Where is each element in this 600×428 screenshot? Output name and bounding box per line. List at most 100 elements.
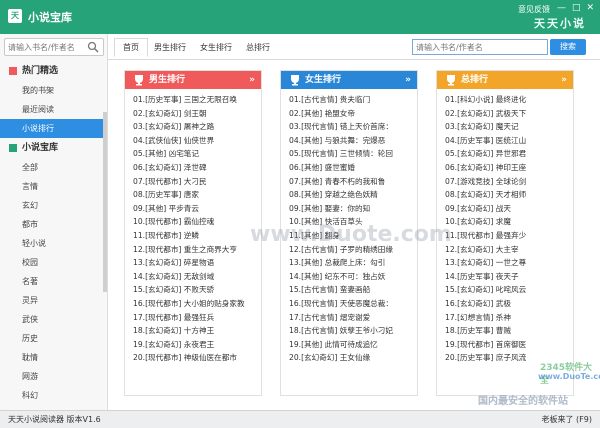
sidebar-group-library[interactable]: 小说宝库 — [0, 138, 104, 158]
list-item[interactable]: 08.[玄幻奇幻] 天才相师 — [445, 188, 573, 202]
list-item[interactable]: 01.[古代言情] 贵夫临门 — [289, 93, 417, 107]
list-item[interactable]: 20.[玄幻奇幻] 王女仙缘 — [289, 351, 417, 365]
sidebar-group-library-label: 小说宝库 — [22, 143, 59, 153]
sidebar-item-urban[interactable]: 都市 — [0, 215, 104, 234]
close-button[interactable]: ✕ — [586, 3, 594, 13]
list-item[interactable]: 09.[玄幻奇幻] 战天 — [445, 202, 573, 216]
list-item[interactable]: 11.[现代都市] 逆鳞 — [133, 229, 261, 243]
list-item[interactable]: 19.[其他] 此情可待成追忆 — [289, 338, 417, 352]
list-item[interactable]: 02.[玄幻奇幻] 武极天下 — [445, 107, 573, 121]
list-item[interactable]: 17.[现代都市] 最强狂兵 — [133, 311, 261, 325]
sidebar-item-all[interactable]: 全部 — [0, 158, 104, 177]
list-item[interactable]: 13.[玄幻奇幻] 一世之尊 — [445, 256, 573, 270]
list-item[interactable]: 20.[历史军事] 庶子风流 — [445, 351, 573, 365]
sidebar-item-history[interactable]: 历史 — [0, 329, 104, 348]
list-item[interactable]: 17.[古代言情] 熠宠谢爱 — [289, 311, 417, 325]
sidebar-item-campus[interactable]: 校园 — [0, 253, 104, 272]
list-item[interactable]: 09.[其他] 平步青云 — [133, 202, 261, 216]
list-item[interactable]: 13.[其他] 总裁爬上床：勾引 — [289, 256, 417, 270]
sidebar-item-supernatural[interactable]: 灵异 — [0, 291, 104, 310]
sidebar-item-classics[interactable]: 名著 — [0, 272, 104, 291]
sidebar-group-hot[interactable]: 热门精选 — [0, 61, 104, 81]
list-item[interactable]: 18.[古代言情] 妖孽王爷小刁妃 — [289, 324, 417, 338]
list-item[interactable]: 02.[其他] 艳盟女帝 — [289, 107, 417, 121]
sidebar-item-scifi[interactable]: 科幻 — [0, 386, 104, 405]
list-item[interactable]: 19.[玄幻奇幻] 永夜君王 — [133, 338, 261, 352]
app-logo: 天 — [8, 9, 22, 23]
list-item[interactable]: 05.[玄幻奇幻] 异世邪君 — [445, 147, 573, 161]
list-item[interactable]: 18.[历史军事] 曹贼 — [445, 324, 573, 338]
sidebar-item-fantasy[interactable]: 玄幻 — [0, 196, 104, 215]
more-link[interactable]: » — [405, 71, 411, 89]
list-item[interactable]: 09.[其他] 娶妻：你的知 — [289, 202, 417, 216]
list-item[interactable]: 08.[历史军事] 唐家 — [133, 188, 261, 202]
maximize-button[interactable]: □ — [572, 3, 581, 13]
list-item[interactable]: 03.[玄幻奇幻] 屠神之路 — [133, 120, 261, 134]
boss-key-button[interactable]: 老板来了 (F9) — [542, 411, 592, 428]
list-item[interactable]: 15.[古代言情] 蛮妻画船 — [289, 283, 417, 297]
list-item[interactable]: 10.[玄幻奇幻] 求魔 — [445, 215, 573, 229]
list-item[interactable]: 14.[其他] 纪东不可：独占妖 — [289, 270, 417, 284]
list-item[interactable]: 07.[现代都市] 大刁民 — [133, 175, 261, 189]
list-item[interactable]: 13.[玄幻奇幻] 碎星物语 — [133, 256, 261, 270]
sidebar-item-wuxia[interactable]: 武侠 — [0, 310, 104, 329]
list-item[interactable]: 10.[其他] 快活百草头 — [289, 215, 417, 229]
list-item[interactable]: 12.[现代都市] 重生之商界大亨 — [133, 243, 261, 257]
list-item[interactable]: 16.[现代言情] 天使恶魔总裁： — [289, 297, 417, 311]
search-button[interactable]: 搜索 — [550, 39, 586, 55]
trophy-icon — [291, 75, 299, 86]
list-item[interactable]: 15.[玄幻奇幻] 叱咤风云 — [445, 283, 573, 297]
sidebar-item-ranking[interactable]: 小说排行 — [0, 119, 104, 138]
list-item[interactable]: 04.[武侠仙侠] 仙侠世界 — [133, 134, 261, 148]
list-item[interactable]: 04.[历史军事] 医统江山 — [445, 134, 573, 148]
list-item[interactable]: 06.[其他] 盛世蜜婚 — [289, 161, 417, 175]
list-item[interactable]: 07.[其他] 青春不朽的我和鲁 — [289, 175, 417, 189]
search-icon[interactable] — [87, 41, 99, 53]
list-item[interactable]: 20.[现代都市] 神级仙医在都市 — [133, 351, 261, 365]
list-item[interactable]: 11.[现代都市] 最强弃少 — [445, 229, 573, 243]
sidebar-item-drama[interactable]: 耽情 — [0, 348, 104, 367]
list-item[interactable]: 14.[历史军事] 夜天子 — [445, 270, 573, 284]
tab-female-ranking[interactable]: 女生排行 — [200, 42, 232, 53]
list-item[interactable]: 18.[玄幻奇幻] 十方神王 — [133, 324, 261, 338]
list-item[interactable]: 16.[玄幻奇幻] 武极 — [445, 297, 573, 311]
list-item[interactable]: 03.[现代言情] 错上天价首席： — [289, 120, 417, 134]
list-item[interactable]: 12.[玄幻奇幻] 大主宰 — [445, 243, 573, 257]
ranking-title-male: 男生排行 — [149, 75, 186, 85]
list-item[interactable]: 07.[游戏竞技] 全球论剑 — [445, 175, 573, 189]
sidebar-item-light-novel[interactable]: 轻小说 — [0, 234, 104, 253]
sidebar-item-recent[interactable]: 最近阅读 — [0, 100, 104, 119]
main-search-input[interactable] — [413, 40, 543, 54]
list-item[interactable]: 04.[其他] 与狼共舞：完爆恶 — [289, 134, 417, 148]
more-link[interactable]: » — [561, 71, 567, 89]
tab-male-ranking[interactable]: 男生排行 — [154, 42, 186, 53]
list-item[interactable]: 05.[其他] 凶宅笔记 — [133, 147, 261, 161]
tab-total-ranking[interactable]: 总排行 — [246, 42, 270, 53]
tab-home[interactable]: 首页 — [114, 38, 148, 57]
list-item[interactable]: 05.[现代言情] 三世倾情：轮回 — [289, 147, 417, 161]
feedback-link[interactable]: 意见反馈 — [518, 4, 550, 15]
list-item[interactable]: 01.[历史军事] 三国之无限召唤 — [133, 93, 261, 107]
list-item[interactable]: 15.[玄幻奇幻] 不败天骄 — [133, 283, 261, 297]
list-item[interactable]: 02.[玄幻奇幻] 剑王朝 — [133, 107, 261, 121]
sidebar-scrollbar[interactable] — [103, 112, 107, 292]
sidebar-item-romance[interactable]: 言情 — [0, 177, 104, 196]
list-item[interactable]: 03.[玄幻奇幻] 魔天记 — [445, 120, 573, 134]
list-item[interactable]: 19.[现代都市] 首席御医 — [445, 338, 573, 352]
list-item[interactable]: 01.[科幻小说] 最终进化 — [445, 93, 573, 107]
ranking-content: 男生排行 » 01.[历史军事] 三国之无限召唤 02.[玄幻奇幻] 剑王朝 0… — [108, 60, 600, 410]
minimize-button[interactable]: — — [557, 3, 566, 13]
list-item[interactable]: 06.[玄幻奇幻] 泽世碑 — [133, 161, 261, 175]
sidebar-search-input[interactable] — [5, 39, 85, 55]
list-item[interactable]: 11.[其他] 翻身 — [289, 229, 417, 243]
sidebar-item-online-game[interactable]: 网游 — [0, 367, 104, 386]
list-item[interactable]: 16.[现代都市] 大小姐的贴身家教 — [133, 297, 261, 311]
more-link[interactable]: » — [249, 71, 255, 89]
list-item[interactable]: 17.[幻想言情] 杀神 — [445, 311, 573, 325]
list-item[interactable]: 12.[古代言情] 子罗的精绣田缘 — [289, 243, 417, 257]
sidebar-item-bookshelf[interactable]: 我的书架 — [0, 81, 104, 100]
list-item[interactable]: 14.[玄幻奇幻] 无敌剑域 — [133, 270, 261, 284]
list-item[interactable]: 08.[其他] 穿越之绝色妖精 — [289, 188, 417, 202]
list-item[interactable]: 06.[玄幻奇幻] 神印王座 — [445, 161, 573, 175]
list-item[interactable]: 10.[现代都市] 霸仙控魂 — [133, 215, 261, 229]
